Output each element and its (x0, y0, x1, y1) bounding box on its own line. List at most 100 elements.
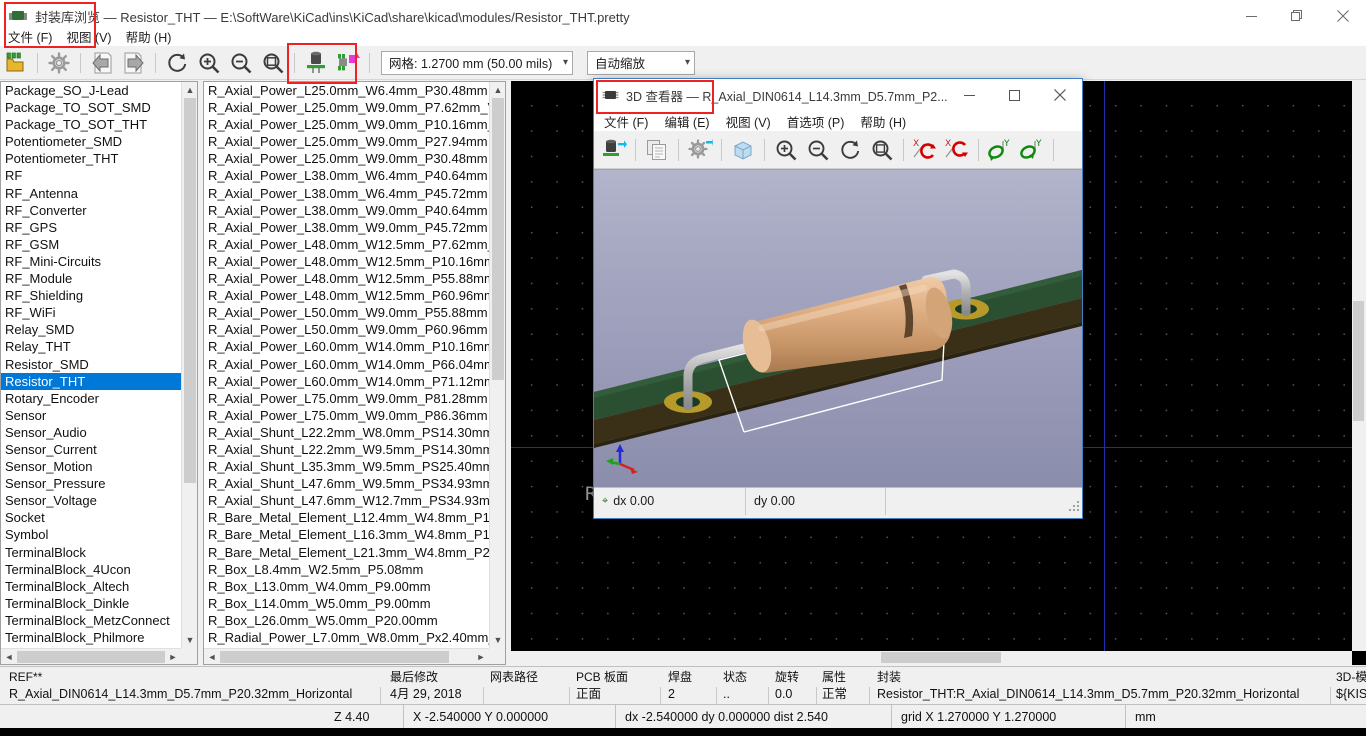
footprint-list-item[interactable]: R_Axial_Shunt_L35.3mm_W9.5mm_PS25.40mm_P… (204, 458, 489, 475)
zoom-out-button[interactable] (802, 135, 834, 165)
library-list-item[interactable]: Symbol (1, 526, 181, 543)
library-list[interactable]: Package_SO_J-LeadPackage_TO_SOT_SMDPacka… (1, 82, 181, 648)
zoom-fit-button[interactable] (866, 135, 898, 165)
footprint-list-item[interactable]: R_Axial_Power_L25.0mm_W6.4mm_P30.48mm (204, 82, 489, 99)
library-list-item[interactable]: Relay_SMD (1, 321, 181, 338)
footprint-list-item[interactable]: R_Bare_Metal_Element_L12.4mm_W4.8mm_P11.… (204, 509, 489, 526)
3d-render-viewport[interactable] (594, 169, 1082, 487)
bounding-box-button[interactable] (727, 135, 759, 165)
chevron-up-icon[interactable]: ▲ (182, 82, 198, 98)
library-list-item[interactable]: Resistor_SMD (1, 356, 181, 373)
library-list-item[interactable]: Rotary_Encoder (1, 390, 181, 407)
chevron-right-icon[interactable]: ► (165, 649, 181, 665)
zoom-in-button[interactable] (194, 49, 224, 77)
menu-file[interactable]: 文件 (F) (8, 27, 52, 46)
library-list-item[interactable]: TerminalBlock_Philmore (1, 629, 181, 646)
viewer-menu-view[interactable]: 视图 (V) (726, 112, 771, 131)
footprint-list-item[interactable]: R_Axial_Power_L48.0mm_W12.5mm_P60.96mm (204, 287, 489, 304)
viewer-menu-edit[interactable]: 编辑 (E) (664, 112, 709, 131)
library-list-item[interactable]: RF_WiFi (1, 304, 181, 321)
library-list-item[interactable]: Package_TO_SOT_THT (1, 116, 181, 133)
library-list-item[interactable]: TerminalBlock (1, 544, 181, 561)
show-3d-viewer-button[interactable] (301, 49, 331, 77)
chevron-right-icon[interactable]: ► (473, 649, 489, 665)
copy-to-clipboard-button[interactable] (641, 135, 673, 165)
3d-viewer-close-button[interactable] (1037, 79, 1082, 111)
zoom-in-button[interactable] (770, 135, 802, 165)
footprint-list-item[interactable]: R_Axial_Power_L25.0mm_W9.0mm_P7.62mm_Ver… (204, 99, 489, 116)
redraw-button[interactable] (834, 135, 866, 165)
viewer-menu-file[interactable]: 文件 (F) (604, 112, 648, 131)
library-list-item[interactable]: Sensor_Motion (1, 458, 181, 475)
library-list-item[interactable]: RF_GPS (1, 219, 181, 236)
scroll-thumb[interactable] (492, 98, 504, 380)
footprint-list-item[interactable]: R_Axial_Power_L25.0mm_W9.0mm_P10.16mm_Ve… (204, 116, 489, 133)
resize-grip-icon[interactable] (1068, 500, 1080, 512)
library-list-item[interactable]: Potentiometer_SMD (1, 133, 181, 150)
library-list-item[interactable]: Sensor_Current (1, 441, 181, 458)
footprint-list-item[interactable]: R_Box_L8.4mm_W2.5mm_P5.08mm (204, 561, 489, 578)
footprint-list-item[interactable]: R_Axial_Power_L48.0mm_W12.5mm_P10.16mm_V (204, 253, 489, 270)
scroll-thumb[interactable] (1353, 301, 1364, 421)
library-list-item[interactable]: TerminalBlock_MetzConnect (1, 612, 181, 629)
zoom-fit-button[interactable] (258, 49, 288, 77)
footprint-list-item[interactable]: R_Box_L14.0mm_W5.0mm_P9.00mm (204, 595, 489, 612)
chevron-left-icon[interactable]: ◄ (1, 649, 17, 665)
rotate-x-counterclockwise-button[interactable]: X (941, 135, 973, 165)
footprint-list-item[interactable]: R_Axial_Power_L48.0mm_W12.5mm_P7.62mm_Ve… (204, 236, 489, 253)
rotate-x-clockwise-button[interactable]: X (909, 135, 941, 165)
footprint-list-item[interactable]: R_Box_L13.0mm_W4.0mm_P9.00mm (204, 578, 489, 595)
footprint-list-item[interactable]: R_Axial_Power_L38.0mm_W6.4mm_P45.72mm (204, 185, 489, 202)
footprint-list-item[interactable]: R_Axial_Power_L48.0mm_W12.5mm_P55.88mm (204, 270, 489, 287)
next-footprint-button[interactable] (119, 49, 149, 77)
footprint-list-item[interactable]: R_Bare_Metal_Element_L16.3mm_W4.8mm_P15.… (204, 526, 489, 543)
library-list-item[interactable]: Sensor_Pressure (1, 475, 181, 492)
footprint-list-item[interactable]: R_Axial_Shunt_L47.6mm_W9.5mm_PS34.93mm_P… (204, 475, 489, 492)
grid-select[interactable]: 网格: 1.2700 mm (50.00 mils) ▾ (381, 51, 573, 75)
library-list-vscrollbar[interactable]: ▲ ▼ (181, 82, 197, 648)
library-list-item[interactable]: Resistor_THT (1, 373, 181, 390)
export-footprint-icon[interactable] (333, 49, 363, 77)
library-list-item[interactable]: RF_Converter (1, 202, 181, 219)
footprint-list-item[interactable]: R_Axial_Power_L75.0mm_W9.0mm_P86.36mm (204, 407, 489, 424)
library-list-item[interactable]: RF_Mini-Circuits (1, 253, 181, 270)
select-library-button[interactable] (1, 49, 31, 77)
footprint-list-item[interactable]: R_Radial_Power_L7.0mm_W8.0mm_Px2.40mm_Py (204, 629, 489, 646)
footprint-list-item[interactable]: R_Axial_Shunt_L22.2mm_W8.0mm_PS14.30mm_P… (204, 424, 489, 441)
library-list-item[interactable]: TerminalBlock_Altech (1, 578, 181, 595)
footprint-list-item[interactable]: R_Axial_Power_L50.0mm_W9.0mm_P55.88mm (204, 304, 489, 321)
library-list-item[interactable]: Sensor_Voltage (1, 492, 181, 509)
footprint-list-item[interactable]: R_Axial_Power_L38.0mm_W6.4mm_P40.64mm (204, 167, 489, 184)
footprint-list-vscrollbar[interactable]: ▲ ▼ (489, 82, 505, 648)
reload-board-button[interactable] (598, 135, 630, 165)
viewer-menu-preferences[interactable]: 首选项 (P) (787, 112, 845, 131)
3d-viewer-maximize-button[interactable] (992, 79, 1037, 111)
scroll-thumb[interactable] (220, 651, 449, 663)
footprint-list-item[interactable]: R_Axial_Power_L75.0mm_W9.0mm_P81.28mm (204, 390, 489, 407)
chevron-left-icon[interactable]: ◄ (204, 649, 220, 665)
library-list-item[interactable]: RF (1, 167, 181, 184)
footprint-list-item[interactable]: R_Box_L26.0mm_W5.0mm_P20.00mm (204, 612, 489, 629)
library-list-item[interactable]: RF_Module (1, 270, 181, 287)
zoom-select[interactable]: 自动缩放 ▾ (587, 51, 695, 75)
canvas-vscrollbar[interactable] (1352, 81, 1366, 651)
chevron-down-icon[interactable]: ▼ (490, 632, 506, 648)
library-list-item[interactable]: Potentiometer_THT (1, 150, 181, 167)
footprint-list-item[interactable]: R_Bare_Metal_Element_L21.3mm_W4.8mm_P20.… (204, 544, 489, 561)
refresh-button[interactable] (162, 49, 192, 77)
chevron-down-icon[interactable]: ▼ (182, 632, 198, 648)
scroll-thumb[interactable] (881, 652, 1001, 663)
chevron-up-icon[interactable]: ▲ (490, 82, 506, 98)
menu-help[interactable]: 帮助 (H) (126, 27, 172, 46)
library-list-item[interactable]: RF_GSM (1, 236, 181, 253)
3d-viewer-minimize-button[interactable] (947, 79, 992, 111)
zoom-out-button[interactable] (226, 49, 256, 77)
scroll-thumb[interactable] (17, 651, 165, 663)
library-list-hscrollbar[interactable]: ◄ ► (1, 648, 181, 664)
footprint-list-item[interactable]: R_Axial_Shunt_L47.6mm_W12.7mm_PS34.93mm_… (204, 492, 489, 509)
library-list-item[interactable]: TerminalBlock_Dinkle (1, 595, 181, 612)
rotate-y-clockwise-button[interactable]: Y (984, 135, 1016, 165)
footprint-list-item[interactable]: R_Axial_Power_L60.0mm_W14.0mm_P66.04mm (204, 356, 489, 373)
scroll-thumb[interactable] (184, 98, 196, 483)
footprint-list-item[interactable]: R_Axial_Power_L50.0mm_W9.0mm_P60.96mm (204, 321, 489, 338)
